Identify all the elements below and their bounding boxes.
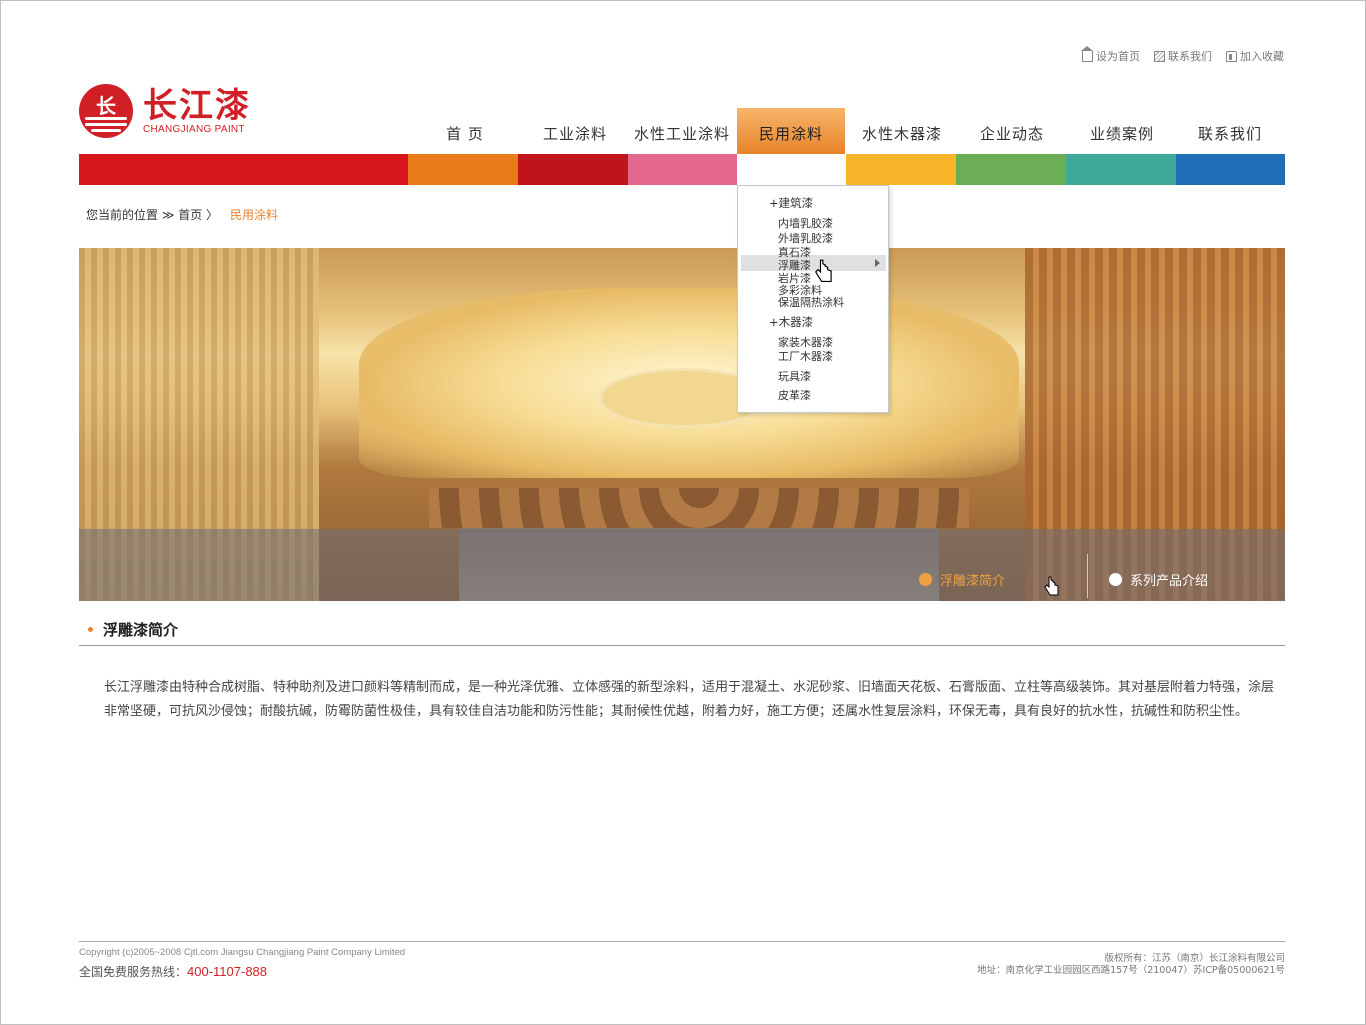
color-bar-segment	[1176, 154, 1285, 185]
main-nav: 首 页 工业涂料 水性工业涂料 民用涂料 水性木器漆 企业动态 业绩案例 联系我…	[410, 108, 1285, 154]
site-logo[interactable]: 长 长江漆 CHANGJIANG PAINT	[79, 84, 251, 138]
active-dot-icon	[919, 573, 932, 586]
section-title: 浮雕漆简介	[88, 619, 178, 640]
nav-waterborne-wood[interactable]: 水性木器漆	[847, 108, 957, 154]
color-bar-segment	[1066, 154, 1176, 185]
banner-image: 浮雕漆简介 系列产品介绍	[79, 248, 1285, 601]
footer-divider	[79, 941, 1285, 942]
breadcrumb-current: 民用涂料	[230, 208, 279, 222]
logo-emblem-icon: 长	[79, 84, 133, 138]
set-homepage-link[interactable]: 设为首页	[1081, 45, 1140, 64]
add-favorite-link[interactable]: 加入收藏	[1226, 48, 1284, 64]
nav-industrial-coatings[interactable]: 工业涂料	[520, 108, 630, 154]
footer-copyright: Copyright (c)2005~2008 Cjtl.com Jiangsu …	[79, 947, 406, 958]
color-bar	[79, 154, 1285, 185]
tab-series-products[interactable]: 系列产品介绍	[1109, 570, 1208, 589]
tab-relief-paint-intro[interactable]: 浮雕漆简介	[919, 570, 1005, 589]
color-bar-segment	[846, 154, 956, 185]
breadcrumb: 您当前的位置 ≫ 首页 〉 民用涂料	[86, 206, 278, 223]
dropdown-item[interactable]: 工厂木器漆	[778, 348, 833, 364]
utility-links: 设为首页 联系我们 加入收藏	[1081, 45, 1284, 64]
section-divider	[79, 645, 1285, 646]
bookmark-icon	[1226, 50, 1237, 62]
inactive-dot-icon	[1109, 573, 1122, 586]
breadcrumb-label[interactable]: 您当前的位置 ≫ 首页 〉	[86, 206, 218, 223]
rss-icon	[1154, 50, 1165, 62]
color-bar-segment	[518, 154, 628, 185]
nav-home[interactable]: 首 页	[410, 108, 520, 154]
dropdown-item[interactable]: 玩具漆	[778, 368, 811, 384]
dropdown-group-wood[interactable]: +木器漆	[769, 314, 813, 330]
home-icon	[1081, 45, 1093, 62]
color-bar-segment	[628, 154, 737, 185]
footer-hotline: 全国免费服务热线：400-1107-888	[79, 964, 268, 979]
logo-en: CHANGJIANG PAINT	[143, 123, 245, 135]
footer-address: 地址：南京化学工业园园区西路157号（210047）苏ICP备05000621号	[977, 965, 1285, 976]
nav-cases[interactable]: 业绩案例	[1067, 108, 1177, 154]
contact-us-link[interactable]: 联系我们	[1154, 48, 1212, 64]
color-bar-segment	[79, 154, 408, 185]
dropdown-item[interactable]: 保温隔热涂料	[778, 294, 844, 310]
section-description: 长江浮雕漆由特种合成树脂、特种助剂及进口颜料等精制而成，是一种光泽优雅、立体感强…	[104, 680, 1275, 719]
color-bar-segment	[956, 154, 1066, 185]
hand-cursor-icon	[814, 259, 834, 285]
logo-cn: 长江漆	[143, 85, 251, 126]
hotline-number: 400-1107-888	[187, 964, 268, 979]
bullet-icon	[88, 627, 93, 632]
banner-overlay	[79, 529, 1285, 601]
civil-coatings-dropdown: +建筑漆 内墙乳胶漆 外墙乳胶漆 真石漆 浮雕漆 岩片漆 多彩涂料 保温隔热涂料…	[737, 185, 889, 413]
nav-waterborne-industrial[interactable]: 水性工业涂料	[626, 108, 738, 154]
submenu-arrow-icon	[875, 259, 880, 267]
nav-civil-coatings[interactable]: 民用涂料	[737, 108, 845, 154]
dropdown-item[interactable]: 皮革漆	[778, 387, 811, 403]
nav-contact[interactable]: 联系我们	[1175, 108, 1285, 154]
nav-news[interactable]: 企业动态	[957, 108, 1067, 154]
hand-cursor-icon	[1044, 576, 1060, 598]
dropdown-item[interactable]: 内墙乳胶漆	[778, 215, 833, 231]
dropdown-group-architectural[interactable]: +建筑漆	[769, 195, 813, 211]
color-bar-segment	[408, 154, 518, 185]
